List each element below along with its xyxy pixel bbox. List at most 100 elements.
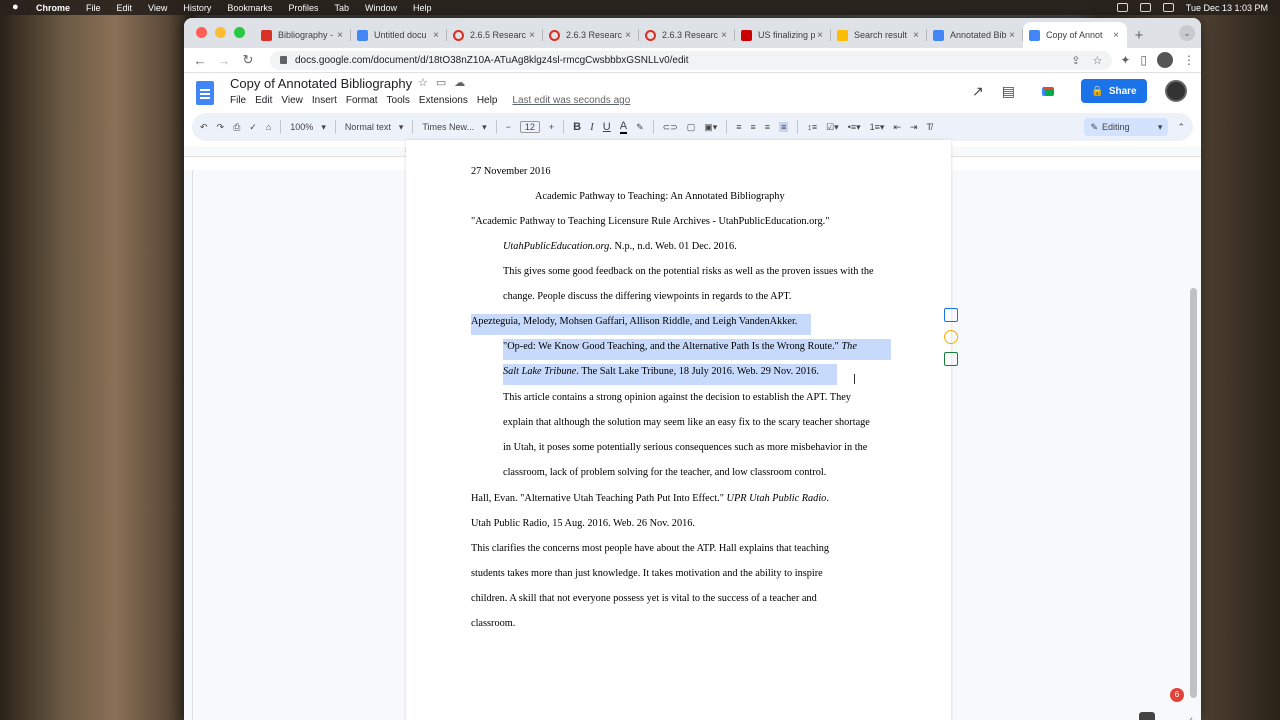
date-line[interactable]: 27 November 2016	[471, 166, 551, 177]
line-spacing-icon[interactable]: ↕≡	[807, 122, 817, 132]
menu-profiles[interactable]: Profiles	[288, 3, 318, 13]
lock-icon[interactable]	[280, 56, 287, 64]
close-tab-icon[interactable]: ×	[815, 30, 825, 41]
browser-tab[interactable]: Search result ×	[831, 22, 927, 48]
clear-formatting-icon[interactable]: T̸	[926, 122, 932, 132]
entry-1-annotation-line[interactable]: change. People discuss the differing vie…	[503, 291, 791, 302]
close-window-button[interactable]	[196, 27, 207, 38]
explore-icon[interactable]	[1139, 712, 1155, 720]
chrome-menu-icon[interactable]: ⋮	[1183, 53, 1195, 67]
browser-tab-active[interactable]: Copy of Annot ×	[1023, 22, 1127, 48]
paint-format-icon[interactable]: ⌂	[266, 122, 271, 132]
new-tab-button[interactable]: +	[1127, 22, 1151, 48]
suggest-edits-icon[interactable]	[944, 352, 958, 366]
numbered-list-icon[interactable]: 1≡▾	[870, 122, 885, 133]
entry-2-citation-end[interactable]: Salt Lake Tribune. The Salt Lake Tribune…	[503, 364, 837, 385]
vertical-ruler[interactable]	[184, 170, 193, 720]
text-color-icon[interactable]: A	[619, 120, 628, 134]
menu-app-name[interactable]: Chrome	[36, 3, 70, 13]
reload-icon[interactable]: ↻	[238, 52, 258, 68]
menu-bookmarks[interactable]: Bookmarks	[227, 3, 272, 13]
close-tab-icon[interactable]: ×	[1111, 30, 1121, 41]
browser-tab[interactable]: Bibliography - ×	[255, 22, 351, 48]
menu-history[interactable]: History	[183, 3, 211, 13]
redo-icon[interactable]: ↷	[217, 122, 225, 133]
user-avatar[interactable]	[1165, 80, 1187, 102]
vertical-scrollbar[interactable]	[1190, 288, 1197, 698]
docs-menu-view[interactable]: View	[281, 95, 303, 106]
entry-2-citation-cont[interactable]: "Op-ed: We Know Good Teaching, and the A…	[503, 339, 891, 360]
close-tab-icon[interactable]: ×	[335, 30, 345, 41]
align-center-icon[interactable]: ≡	[751, 122, 756, 132]
link-icon[interactable]: ⊂⊃	[663, 122, 678, 133]
spellcheck-icon[interactable]: ✓	[249, 122, 257, 133]
font-select[interactable]: Times New... ▾	[422, 122, 486, 133]
tab-search-icon[interactable]: ⌄	[1179, 25, 1195, 41]
menu-window[interactable]: Window	[365, 3, 397, 13]
justify-icon[interactable]: ≡	[779, 122, 789, 132]
docs-menu-help[interactable]: Help	[477, 95, 498, 106]
clock[interactable]: Tue Dec 13 1:03 PM	[1186, 3, 1268, 13]
document-page[interactable]: 27 November 2016 Academic Pathway to Tea…	[406, 140, 951, 720]
browser-tab[interactable]: Annotated Bib ×	[927, 22, 1023, 48]
align-left-icon[interactable]: ≡	[736, 122, 741, 132]
checklist-icon[interactable]: ☑▾	[826, 122, 839, 133]
bulleted-list-icon[interactable]: •≡▾	[848, 122, 861, 133]
align-right-icon[interactable]: ≡	[765, 122, 770, 132]
install-icon[interactable]: ⇪	[1071, 54, 1080, 67]
entry-2-annotation-line[interactable]: in Utah, it poses some potentially serio…	[503, 442, 867, 453]
close-tab-icon[interactable]: ×	[431, 30, 441, 41]
menu-file[interactable]: File	[86, 3, 101, 13]
entry-3-citation[interactable]: Hall, Evan. "Alternative Utah Teaching P…	[471, 493, 829, 504]
italic-icon[interactable]: I	[590, 121, 594, 133]
back-icon[interactable]: ←	[190, 53, 210, 68]
collapse-side-panel-icon[interactable]: ‹	[1190, 714, 1193, 720]
browser-tab[interactable]: 2.6.5 Researc ×	[447, 22, 543, 48]
comments-icon[interactable]: ▤	[1002, 83, 1015, 100]
apple-icon[interactable]: ●	[12, 2, 22, 13]
entry-2-annotation-line[interactable]: classroom, lack of problem solving for t…	[503, 467, 826, 478]
increase-font-icon[interactable]: +	[549, 122, 554, 132]
menu-help[interactable]: Help	[413, 3, 432, 13]
highlight-icon[interactable]: ✎	[636, 122, 644, 133]
sidepanel-icon[interactable]: ▯	[1140, 53, 1147, 67]
decrease-font-icon[interactable]: −	[506, 122, 511, 132]
docs-menu-file[interactable]: File	[230, 95, 246, 106]
forward-icon[interactable]: →	[214, 53, 234, 68]
browser-tab[interactable]: US finalizing p ×	[735, 22, 831, 48]
font-size-field[interactable]: 12	[519, 121, 540, 133]
print-icon[interactable]: ⎙	[233, 122, 240, 133]
extensions-icon[interactable]: ✦	[1120, 53, 1130, 67]
entry-1-annotation-line[interactable]: This gives some good feedback on the pot…	[503, 266, 874, 277]
meet-icon[interactable]	[1033, 80, 1063, 102]
cloud-status-icon[interactable]: ☁	[454, 76, 465, 89]
bibliography-heading[interactable]: Academic Pathway to Teaching: An Annotat…	[535, 191, 785, 202]
close-tab-icon[interactable]: ×	[719, 30, 729, 41]
document-title[interactable]: Copy of Annotated Bibliography	[230, 76, 412, 91]
entry-2-citation[interactable]: Apezteguia, Melody, Mohsen Gaffari, Alli…	[471, 314, 811, 335]
menu-edit[interactable]: Edit	[117, 3, 133, 13]
entry-3-citation-cont[interactable]: Utah Public Radio, 15 Aug. 2016. Web. 26…	[471, 518, 695, 529]
wifi-icon[interactable]	[1139, 3, 1151, 12]
close-tab-icon[interactable]: ×	[623, 30, 633, 41]
style-select[interactable]: Normal text ▾	[345, 122, 404, 133]
activity-trend-icon[interactable]: ↗	[972, 83, 984, 100]
increase-indent-icon[interactable]: ⇥	[910, 122, 918, 133]
editing-mode-select[interactable]: ✎ Editing ▾	[1084, 118, 1169, 136]
maximize-window-button[interactable]	[234, 27, 245, 38]
google-docs-logo-icon[interactable]	[196, 81, 214, 105]
entry-3-annotation-line[interactable]: This clarifies the concerns most people …	[471, 543, 829, 554]
browser-tab[interactable]: Untitled docu ×	[351, 22, 447, 48]
close-tab-icon[interactable]: ×	[1007, 30, 1017, 41]
bold-icon[interactable]: B	[573, 121, 581, 133]
docs-menu-tools[interactable]: Tools	[387, 95, 410, 106]
browser-tab[interactable]: 2.6.3 Researc ×	[543, 22, 639, 48]
close-tab-icon[interactable]: ×	[527, 30, 537, 41]
star-icon[interactable]: ☆	[418, 76, 428, 89]
zoom-select[interactable]: 100% ▾	[290, 122, 326, 133]
image-icon[interactable]: ▣▾	[704, 122, 717, 133]
decrease-indent-icon[interactable]: ⇤	[893, 122, 901, 133]
status-icon[interactable]	[1116, 3, 1128, 12]
menu-tab[interactable]: Tab	[334, 3, 349, 13]
comment-add-icon[interactable]: ▢	[687, 122, 696, 133]
